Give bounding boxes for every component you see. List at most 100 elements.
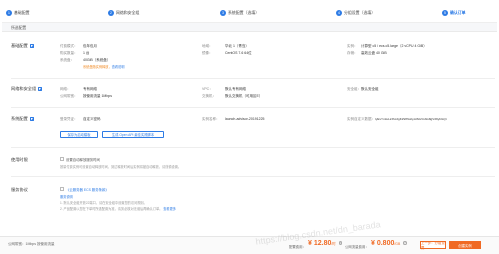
login-value: 自定义密码 [83, 117, 101, 121]
instance-value: 计算型 c5 / ecs.c5.large（2 vCPU 4 GiB） [361, 44, 427, 48]
step-network[interactable]: 2 网络和安全组 [108, 7, 139, 18]
step-label: 分组设置（选填） [344, 9, 376, 15]
edit-icon[interactable] [29, 44, 34, 48]
edit-icon[interactable] [29, 117, 34, 121]
step-label: 系统配置（选填） [228, 9, 260, 15]
config-fee-value: ¥ 12.80 [308, 240, 332, 247]
user-data-key: 实例自定义数据： [347, 117, 375, 121]
vpc-row: VPC： 默认专有网络 [202, 87, 246, 92]
step-number: 2 [108, 9, 114, 16]
service-note-title: 服务说明 [60, 195, 73, 199]
vswitch-row: 交换机： 默认交换机（可用区E） [202, 94, 262, 99]
traffic-fee-label: 公网流量费用： [345, 245, 369, 249]
section-divider [11, 78, 495, 79]
view-more-link[interactable]: 查看更多 [163, 207, 176, 211]
traffic-fee: ¥ 0.800/GB ? [371, 240, 407, 247]
step-connector [268, 7, 332, 18]
image-row: 镜像： CentOS 7.6 64位 [202, 51, 252, 56]
step-group[interactable]: 4 分组设置（选填） [336, 7, 375, 18]
terms-link[interactable]: 《云服务器 ECS 服务条款》 [66, 187, 109, 192]
step-number: 5 [442, 9, 448, 16]
create-instance-button[interactable]: 创建实例 [449, 241, 481, 249]
login-row: 登录凭证： 自定义密码 [60, 117, 101, 122]
security-group-value: 默认安全组 [361, 87, 379, 91]
selected-config-header: 所选配置 [2, 23, 497, 32]
region-value: 华北 1（青岛） [225, 44, 249, 48]
basic-config-title: 基础配置 [11, 43, 34, 49]
instance-name-value: launch-advisor-20191225 [225, 117, 265, 121]
basic-config-label: 基础配置 [11, 43, 28, 48]
system-config-title: 系统配置 [11, 116, 34, 122]
step-number: 3 [220, 9, 226, 16]
footer-bandwidth: 公网带宽：1Mbps 按使用流量 [8, 242, 55, 246]
bandwidth-value: 按使用流量 1Mbps [83, 94, 112, 98]
storage-value: 高效云盘 40 GiB [361, 51, 387, 55]
auto-release-desc: 按量付费实例可设置自动释放时间，到达释放时间后实例将被自动释放，请谨慎设置。 [60, 165, 182, 169]
billing-value: 包年包月 [83, 44, 97, 48]
network-type-row: 网络： 专有网络 [60, 87, 97, 92]
config-fee-unit: /时 [331, 242, 336, 246]
edit-icon[interactable] [38, 87, 43, 91]
system-disk-note: 系统盘随实例释放，查看说明 [83, 64, 124, 69]
service-note-2: 2. 产品配置以您在下单时所选配置为准，请务必核对无误后再确认订单。 查看更多 [60, 206, 176, 211]
vswitch-value: 默认交换机（可用区E） [225, 94, 263, 98]
network-type-key: 网络： [60, 87, 71, 91]
system-disk-note-text: 系统盘随实例释放， [83, 65, 112, 69]
network-config-label: 网络和安全组 [11, 86, 37, 91]
instance-row: 实例： 计算型 c5 / ecs.c5.large（2 vCPU 4 GiB） [347, 44, 427, 49]
step-system[interactable]: 3 系统配置（选填） [220, 7, 259, 18]
system-disk-key: 系统盘： [60, 58, 74, 62]
order-footer: 公网带宽：1Mbps 按使用流量 配置费用： ¥ 12.80/时 ? 公网流量费… [0, 236, 499, 254]
instance-name-row: 实例名称： launch-advisor-20191225 [202, 117, 265, 122]
step-label: 确认订单 [450, 9, 466, 15]
order-summary-panel: 所选配置 基础配置 付费模式： 包年包月 地域： 华北 1（青岛） 实例： 计算… [2, 22, 497, 232]
instance-key: 实例： [347, 44, 358, 48]
help-icon[interactable]: ? [338, 241, 343, 245]
step-connector [384, 7, 438, 18]
traffic-fee-unit: /GB [394, 242, 401, 246]
security-group-row: 安全组： 默认安全组 [347, 87, 379, 92]
quantity-row: 购买数量： 1 台 [60, 51, 89, 56]
section-divider [11, 176, 495, 177]
terms-link-text[interactable]: 《云服务器 ECS 服务条款》 [66, 188, 109, 192]
usage-title: 使用时限 [11, 157, 28, 162]
image-value: CentOS 7.6 64位 [225, 51, 252, 55]
terms-checkbox[interactable] [60, 187, 64, 191]
generate-api-button[interactable]: 生成 Open API 最佳实践脚本 [102, 131, 164, 138]
instance-name-key: 实例名称： [202, 117, 220, 121]
vpc-key: VPC： [202, 87, 213, 91]
system-disk-link[interactable]: 查看说明 [112, 65, 125, 69]
system-config-label: 系统配置 [11, 116, 28, 121]
storage-key: 存储： [347, 51, 358, 55]
step-basic[interactable]: 1 基础配置 [6, 7, 30, 18]
bandwidth-row: 公网带宽： 按使用流量 1Mbps [60, 94, 112, 99]
quantity-key: 购买数量： [60, 51, 78, 55]
step-label: 基础配置 [14, 9, 30, 15]
network-config-title: 网络和安全组 [11, 86, 43, 92]
terms-title: 服务协议 [11, 187, 28, 192]
auto-release-label: 设置自动释放服务时间 [66, 158, 100, 162]
steps-bar: 1 基础配置 2 网络和安全组 3 系统配置（选填） 4 分组设置（选填） 5 … [0, 7, 499, 18]
region-key: 地域： [202, 44, 213, 48]
step-confirm[interactable]: 5 确认订单 [442, 7, 466, 18]
auto-release-checkbox[interactable] [60, 157, 64, 161]
region-row: 地域： 华北 1（青岛） [202, 44, 249, 49]
vswitch-key: 交换机： [202, 94, 216, 98]
section-divider [11, 107, 495, 108]
user-data-row: 实例自定义数据： IyEvYmluL2Jhc2gKZWNobyAiSGVsbG8… [347, 117, 447, 122]
quantity-value: 1 台 [83, 51, 90, 55]
step-connector [152, 7, 216, 18]
step-connector [38, 7, 104, 18]
vpc-value: 默认专有网络 [225, 87, 246, 91]
save-template-button[interactable]: 保存为启动模板 [60, 131, 98, 138]
network-type-value: 专有网络 [83, 87, 97, 91]
system-disk-value: 40GiB（系统盘） [83, 58, 111, 62]
previous-step-button[interactable]: 上一步：分组设置 [420, 241, 446, 250]
billing-row: 付费模式： 包年包月 [60, 44, 97, 49]
security-group-key: 安全组： [347, 87, 361, 91]
service-note-1: 1. 默认安全组开放22端口，请在安全组中设置您的访问规则。 [60, 201, 147, 205]
help-icon[interactable]: ? [403, 241, 407, 245]
step-number: 1 [6, 9, 12, 16]
config-fee: ¥ 12.80/时 ? [308, 240, 343, 247]
storage-row: 存储： 高效云盘 40 GiB [347, 51, 387, 56]
